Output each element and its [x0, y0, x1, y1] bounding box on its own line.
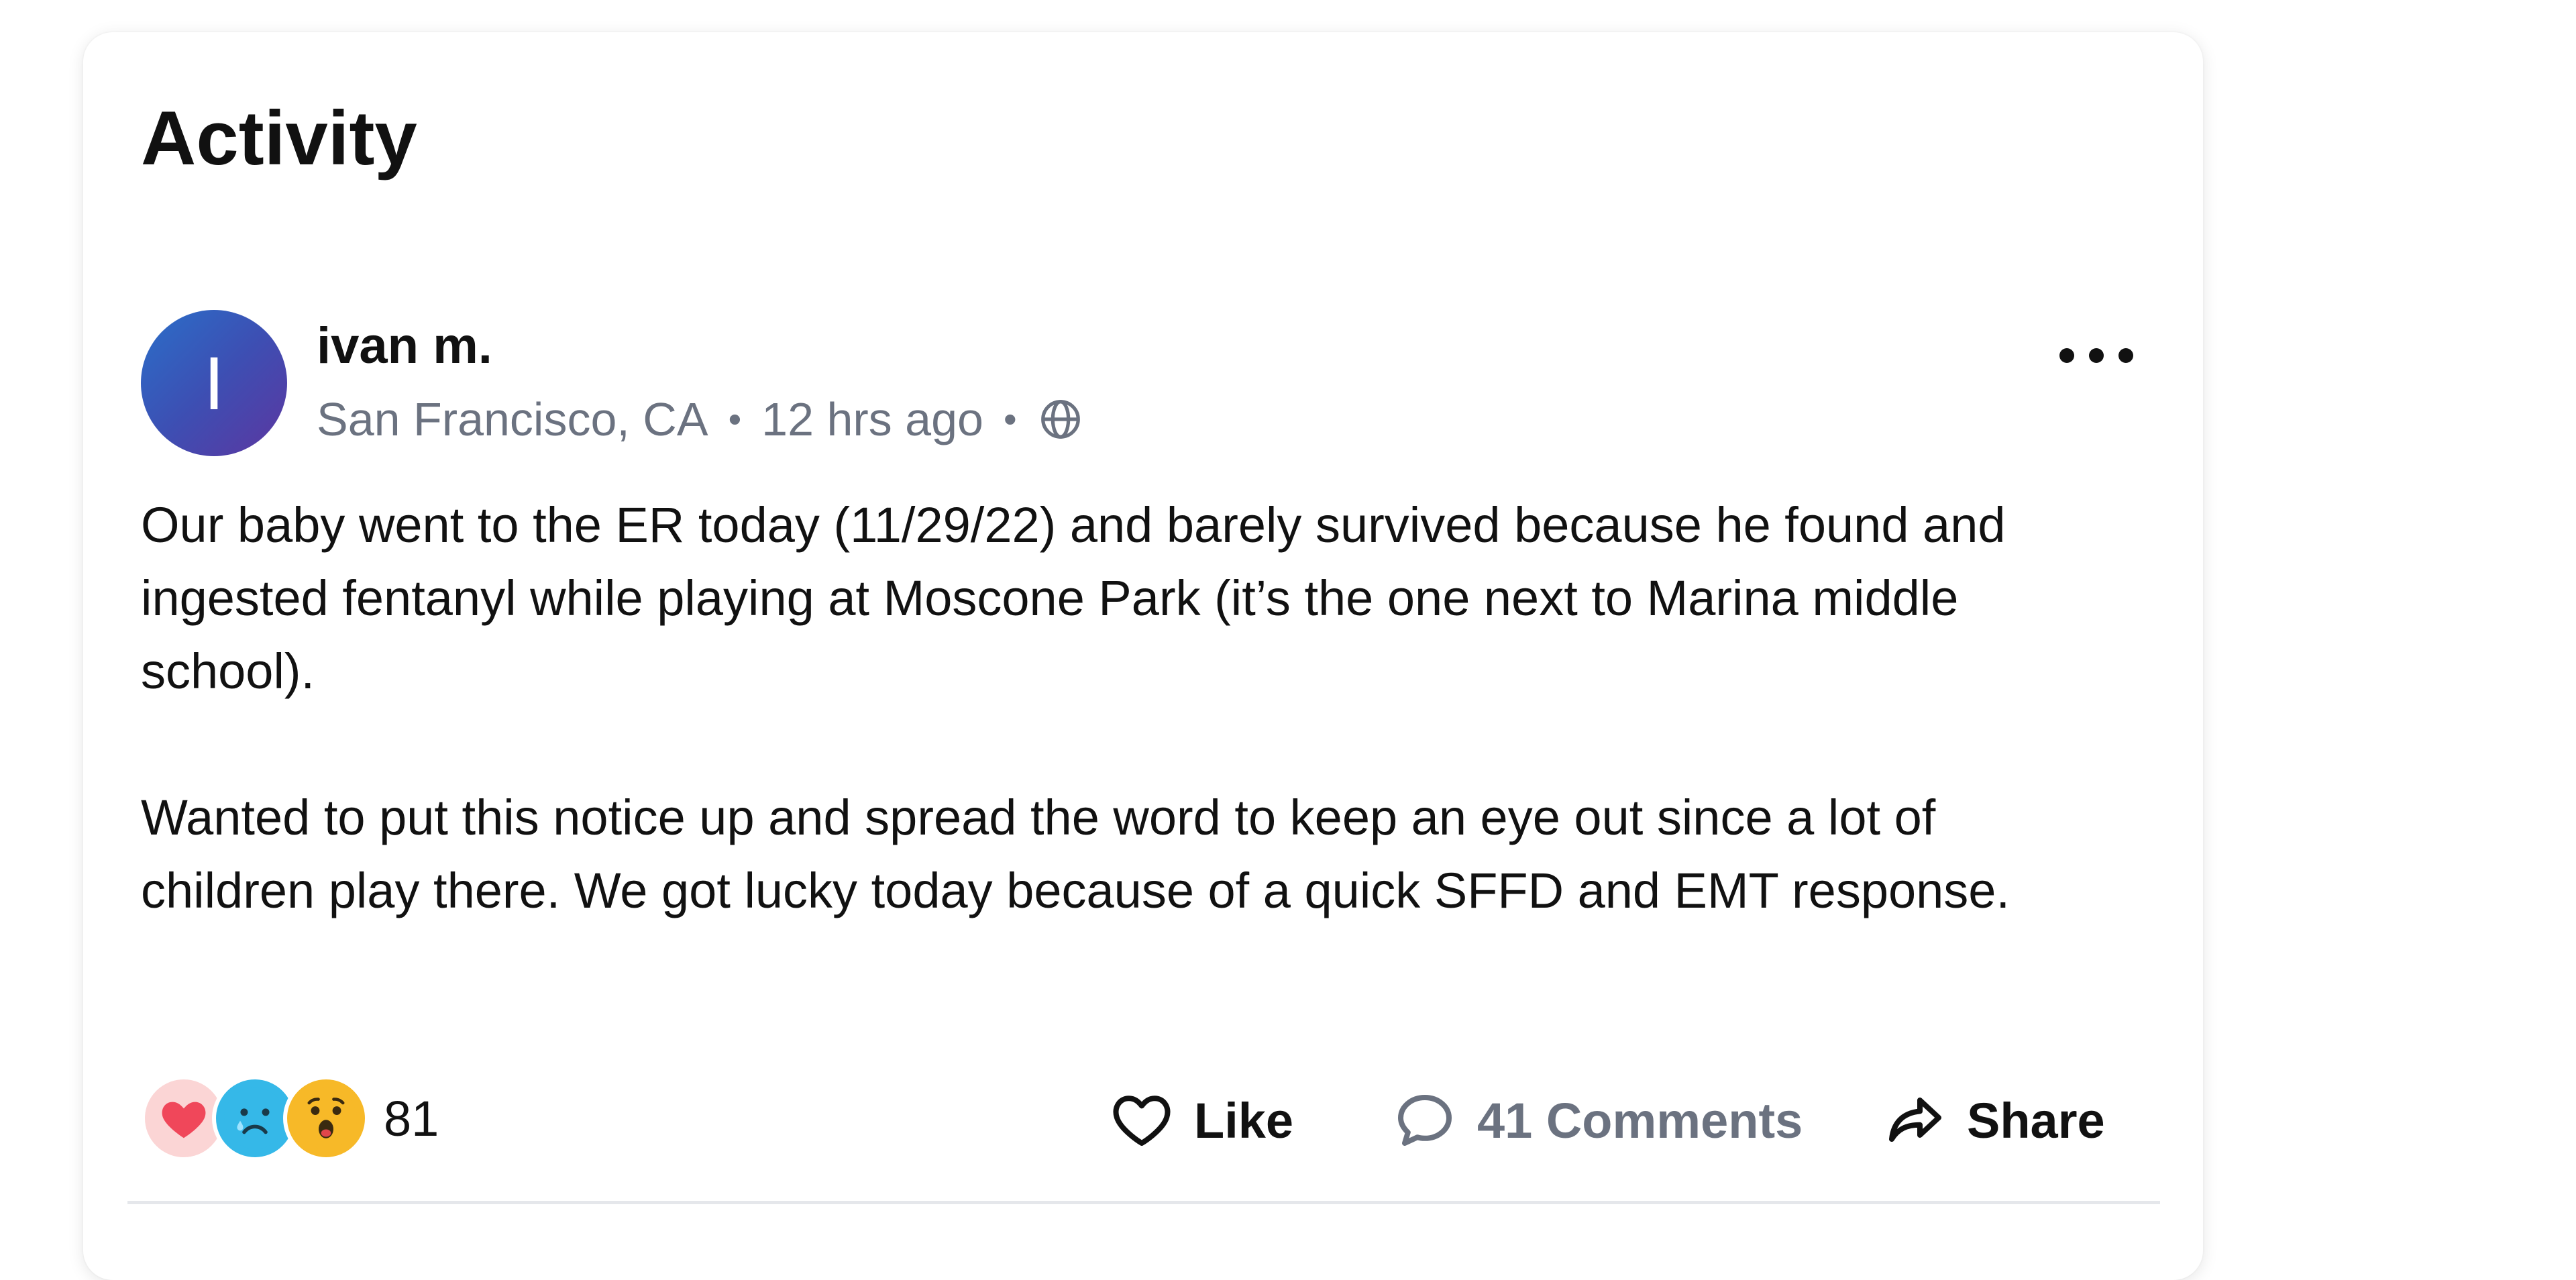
comments-button[interactable]: 41 Comments	[1393, 1087, 1803, 1154]
reactions-summary[interactable]: 81	[141, 1075, 439, 1162]
post-paragraph: Wanted to put this notice up and spread …	[141, 790, 2010, 918]
meta-separator: •	[728, 398, 742, 440]
share-button[interactable]: Share	[1882, 1087, 2105, 1154]
divider	[127, 1201, 2160, 1204]
more-options-icon[interactable]	[2059, 335, 2133, 376]
wow-reaction-icon	[283, 1075, 369, 1161]
post-body: Our baby went to the ER today (11/29/22)…	[141, 488, 2086, 927]
post-time[interactable]: 12 hrs ago	[761, 396, 983, 443]
share-arrow-icon	[1882, 1088, 1947, 1153]
author-name[interactable]: ivan m.	[317, 321, 492, 372]
section-title: Activity	[141, 96, 417, 181]
share-label: Share	[1967, 1092, 2105, 1149]
like-label: Like	[1194, 1092, 1294, 1149]
comments-label: 41 Comments	[1477, 1092, 1803, 1149]
meta-separator: •	[1003, 398, 1017, 440]
avatar[interactable]: I	[141, 310, 287, 456]
reaction-count: 81	[384, 1090, 439, 1146]
heart-outline-icon	[1110, 1088, 1174, 1153]
post-location[interactable]: San Francisco, CA	[317, 396, 708, 443]
post-paragraph: Our baby went to the ER today (11/29/22)…	[141, 497, 2006, 699]
comment-bubble-icon	[1393, 1088, 1457, 1153]
like-button[interactable]: Like	[1110, 1087, 1293, 1154]
globe-icon	[1037, 396, 1084, 443]
avatar-initial: I	[203, 341, 225, 425]
post-meta: San Francisco, CA • 12 hrs ago •	[317, 396, 1084, 443]
